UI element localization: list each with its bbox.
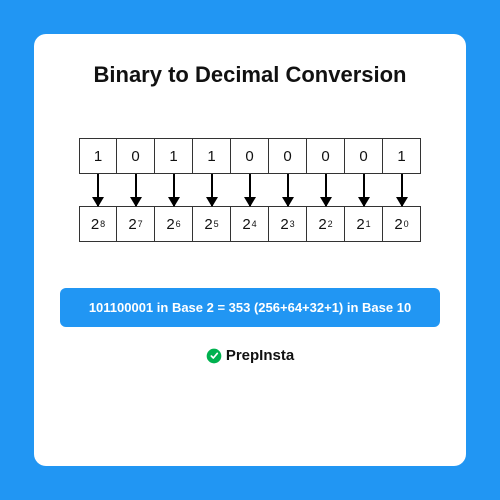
arrow-down-icon [249, 174, 251, 206]
binary-cell: 0 [269, 138, 307, 174]
binary-cell: 1 [193, 138, 231, 174]
power-cell: 25 [193, 206, 231, 242]
binary-cell: 0 [231, 138, 269, 174]
card: Binary to Decimal Conversion 1 0 1 1 0 0… [34, 34, 466, 466]
binary-cell: 1 [79, 138, 117, 174]
powers-row: 28 27 26 25 24 23 22 21 20 [79, 206, 421, 242]
binary-cell: 1 [383, 138, 421, 174]
power-cell: 24 [231, 206, 269, 242]
arrow-down-icon [173, 174, 175, 206]
power-cell: 23 [269, 206, 307, 242]
conversion-diagram: 1 0 1 1 0 0 0 0 1 28 27 26 25 24 [79, 138, 421, 242]
arrow-down-icon [363, 174, 365, 206]
arrow-down-icon [97, 174, 99, 206]
brand: PrepInsta [206, 347, 294, 364]
brand-name: PrepInsta [226, 347, 294, 364]
binary-row: 1 0 1 1 0 0 0 0 1 [79, 138, 421, 174]
binary-cell: 0 [117, 138, 155, 174]
arrow-down-icon [211, 174, 213, 206]
arrow-down-icon [287, 174, 289, 206]
arrows-row [79, 174, 421, 206]
power-cell: 28 [79, 206, 117, 242]
result-box: 101100001 in Base 2 = 353 (256+64+32+1) … [60, 288, 440, 327]
power-cell: 26 [155, 206, 193, 242]
arrow-down-icon [135, 174, 137, 206]
power-cell: 22 [307, 206, 345, 242]
brand-logo-icon [206, 348, 222, 364]
binary-cell: 0 [345, 138, 383, 174]
binary-cell: 1 [155, 138, 193, 174]
power-cell: 20 [383, 206, 421, 242]
arrow-down-icon [325, 174, 327, 206]
binary-cell: 0 [307, 138, 345, 174]
arrow-down-icon [401, 174, 403, 206]
power-cell: 21 [345, 206, 383, 242]
power-cell: 27 [117, 206, 155, 242]
page-title: Binary to Decimal Conversion [94, 62, 407, 88]
